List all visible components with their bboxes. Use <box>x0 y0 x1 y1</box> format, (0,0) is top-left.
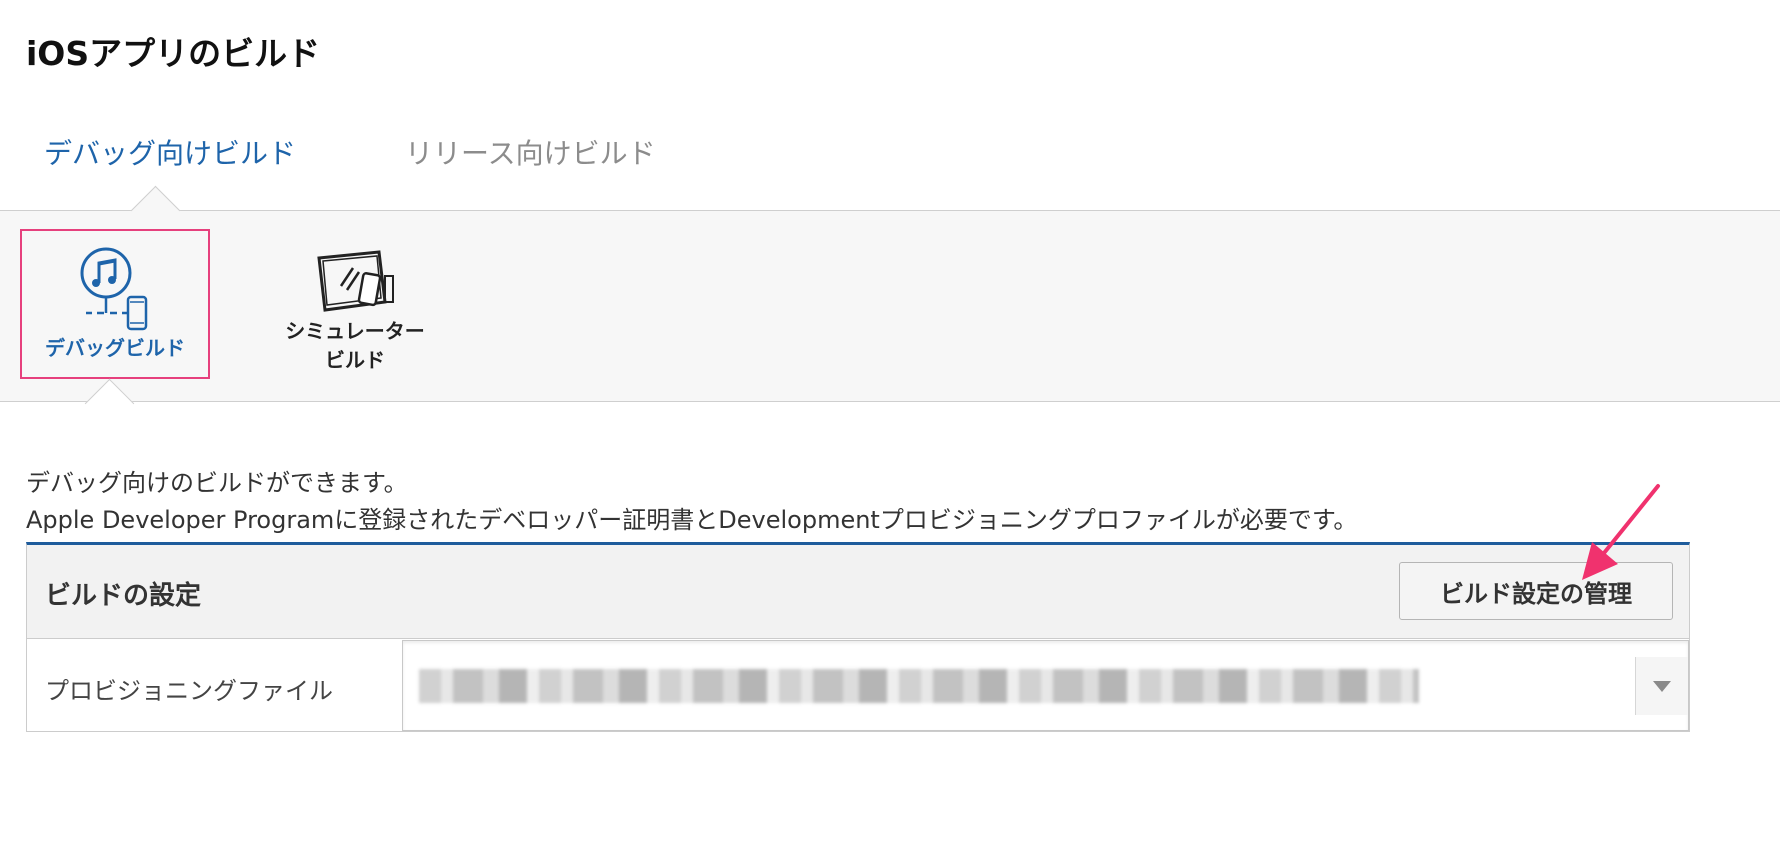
build-settings-header: ビルドの設定 ビルド設定の管理 <box>27 545 1689 639</box>
annotation-arrow-icon <box>1582 484 1660 580</box>
simulator-build-option[interactable]: シミュレーター ビルド <box>275 246 435 376</box>
select-dropdown-toggle[interactable] <box>1635 657 1688 715</box>
debug-build-label: デバッグビルド <box>45 336 185 360</box>
build-settings-title: ビルドの設定 <box>45 581 202 611</box>
tab-release-build[interactable]: リリース向けビルド <box>405 136 656 172</box>
simulator-build-label-line1: シミュレーター <box>285 319 425 343</box>
provisioning-file-label: プロビジョニングファイル <box>45 677 333 705</box>
simulator-icon <box>317 250 394 312</box>
debug-build-option[interactable]: デバッグビルド <box>20 229 210 379</box>
build-settings-panel: ビルドの設定 ビルド設定の管理 プロビジョニングファイル <box>26 542 1690 732</box>
description-line-1: デバッグ向けのビルドができます。 <box>26 469 408 497</box>
itunes-device-icon <box>80 247 148 331</box>
description-line-2: Apple Developer Programに登録されたデベロッパー証明書とD… <box>26 506 1358 534</box>
redacted-selected-value <box>419 669 1419 703</box>
build-type-bar <box>0 210 1780 402</box>
tab-debug-build[interactable]: デバッグ向けビルド <box>44 136 296 172</box>
provisioning-file-select[interactable] <box>402 640 1689 731</box>
page-title: iOSアプリのビルド <box>26 34 321 73</box>
chevron-down-icon <box>1653 681 1671 692</box>
simulator-build-label-line2: ビルド <box>325 348 385 372</box>
